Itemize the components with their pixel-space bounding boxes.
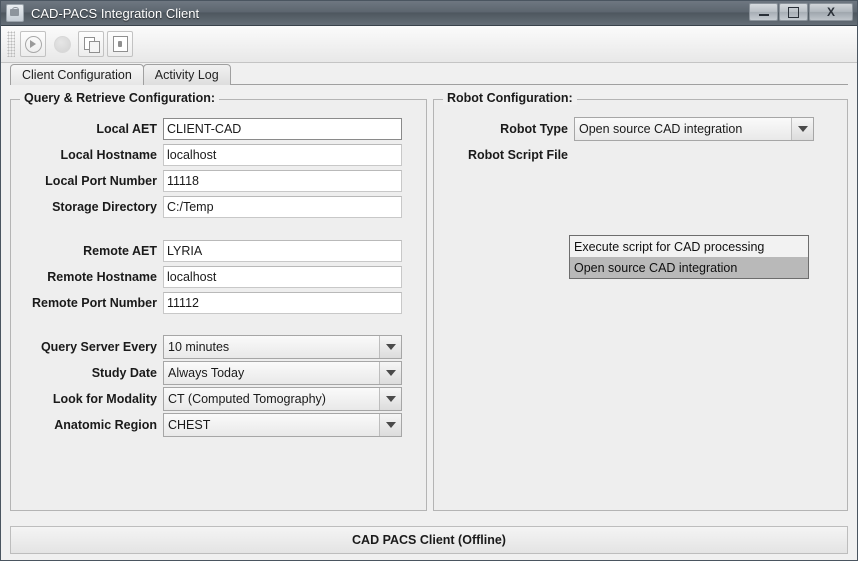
- select-value: Open source CAD integration: [579, 122, 743, 136]
- tab-label: Client Configuration: [22, 68, 132, 82]
- dropdown-option-execute-script[interactable]: Execute script for CAD processing: [570, 236, 808, 257]
- chevron-down-icon: [385, 344, 396, 350]
- close-icon: X: [826, 5, 835, 19]
- field-row-study-date: Study Date Always Today: [11, 361, 426, 385]
- remote-aet-input[interactable]: LYRIA: [163, 240, 402, 262]
- field-row-remote-aet: Remote AET LYRIA: [11, 239, 426, 263]
- application-window: CAD-PACS Integration Client X Client Con…: [0, 0, 858, 561]
- select-toggle[interactable]: [379, 388, 401, 410]
- tab-label: Activity Log: [154, 68, 219, 82]
- tab-strip: Client Configuration Activity Log: [1, 63, 857, 85]
- field-label: Study Date: [91, 366, 157, 380]
- query-retrieve-fields: Local AET CLIENT-CAD Local Hostname loca…: [11, 100, 426, 437]
- select-value: CT (Computed Tomography): [168, 392, 326, 406]
- field-label: Local AET: [96, 122, 157, 136]
- select-value: 10 minutes: [168, 340, 230, 354]
- field-row-remote-hostname: Remote Hostname localhost: [11, 265, 426, 289]
- storage-directory-input[interactable]: C:/Temp: [163, 196, 402, 218]
- field-label: Remote Port Number: [31, 296, 157, 310]
- tab-activity-log[interactable]: Activity Log: [142, 64, 231, 85]
- field-row-local-port: Local Port Number 11118: [11, 169, 426, 193]
- toolbar: [1, 26, 857, 63]
- minimize-button[interactable]: [749, 3, 778, 21]
- query-server-every-select[interactable]: 10 minutes: [163, 335, 402, 359]
- field-label: Look for Modality: [52, 392, 157, 406]
- field-row-local-hostname: Local Hostname localhost: [11, 143, 426, 167]
- panel-title: Robot Configuration:: [443, 91, 577, 105]
- window-controls: X: [749, 3, 853, 21]
- field-label: Robot Type: [500, 122, 568, 136]
- local-hostname-input[interactable]: localhost: [163, 144, 402, 166]
- minimize-icon: [758, 13, 769, 16]
- query-retrieve-panel: Query & Retrieve Configuration: Local AE…: [10, 91, 427, 511]
- look-for-modality-select[interactable]: CT (Computed Tomography): [163, 387, 402, 411]
- select-value: CHEST: [168, 418, 211, 432]
- copy-document-button[interactable]: [78, 31, 104, 57]
- stop-button: [49, 31, 75, 57]
- study-date-select[interactable]: Always Today: [163, 361, 402, 385]
- maximize-button[interactable]: [779, 3, 808, 21]
- robot-type-select[interactable]: Open source CAD integration: [574, 117, 814, 141]
- field-label: Robot Script File: [468, 148, 568, 162]
- toolbar-drag-handle[interactable]: [7, 31, 15, 57]
- select-value: Always Today: [168, 366, 245, 380]
- robot-type-dropdown-popup[interactable]: Execute script for CAD processing Open s…: [569, 235, 809, 279]
- remote-hostname-input[interactable]: localhost: [163, 266, 402, 288]
- robot-configuration-fields: Robot Type Open source CAD integration R…: [434, 100, 847, 167]
- chevron-down-icon: [385, 370, 396, 376]
- dropdown-option-open-source[interactable]: Open source CAD integration: [570, 257, 808, 278]
- status-text: CAD PACS Client (Offline): [352, 533, 506, 547]
- close-button[interactable]: X: [809, 3, 853, 21]
- stop-icon: [53, 35, 71, 53]
- field-row-robot-script-file: Robot Script File: [434, 143, 847, 167]
- window-title: CAD-PACS Integration Client: [31, 5, 200, 21]
- select-toggle[interactable]: [379, 362, 401, 384]
- field-label: Remote AET: [83, 244, 157, 258]
- field-row-local-aet: Local AET CLIENT-CAD: [11, 117, 426, 141]
- chevron-down-icon: [797, 126, 808, 132]
- field-label: Local Hostname: [60, 148, 157, 162]
- select-toggle[interactable]: [791, 118, 813, 140]
- chevron-down-icon: [385, 396, 396, 402]
- field-row-anatomic-region: Anatomic Region CHEST: [11, 413, 426, 437]
- field-label: Query Server Every: [40, 340, 157, 354]
- app-icon: [6, 4, 24, 22]
- field-row-modality: Look for Modality CT (Computed Tomograph…: [11, 387, 426, 411]
- maximize-icon: [788, 6, 799, 18]
- robot-configuration-panel: Robot Configuration: Robot Type Open sou…: [433, 91, 848, 511]
- remote-port-number-input[interactable]: 11112: [163, 292, 402, 314]
- field-label: Remote Hostname: [47, 270, 157, 284]
- anatomic-region-select[interactable]: CHEST: [163, 413, 402, 437]
- lock-button[interactable]: [107, 31, 133, 57]
- status-bar: CAD PACS Client (Offline): [10, 526, 848, 554]
- field-row-storage-directory: Storage Directory C:/Temp: [11, 195, 426, 219]
- select-toggle[interactable]: [379, 336, 401, 358]
- play-icon: [24, 35, 42, 53]
- local-aet-input[interactable]: CLIENT-CAD: [163, 118, 402, 140]
- tab-content: Query & Retrieve Configuration: Local AE…: [1, 85, 857, 526]
- local-port-number-input[interactable]: 11118: [163, 170, 402, 192]
- document-copy-icon: [83, 36, 100, 53]
- title-bar: CAD-PACS Integration Client X: [1, 1, 857, 26]
- field-row-robot-type: Robot Type Open source CAD integration: [434, 117, 847, 141]
- lock-icon: [112, 36, 128, 52]
- field-label: Anatomic Region: [54, 418, 157, 432]
- start-button[interactable]: [20, 31, 46, 57]
- field-row-query-interval: Query Server Every 10 minutes: [11, 335, 426, 359]
- field-row-remote-port: Remote Port Number 11112: [11, 291, 426, 315]
- select-toggle[interactable]: [379, 414, 401, 436]
- tab-client-configuration[interactable]: Client Configuration: [10, 64, 144, 85]
- field-label: Local Port Number: [45, 174, 157, 188]
- field-label: Storage Directory: [52, 200, 157, 214]
- chevron-down-icon: [385, 422, 396, 428]
- panel-title: Query & Retrieve Configuration:: [20, 91, 219, 105]
